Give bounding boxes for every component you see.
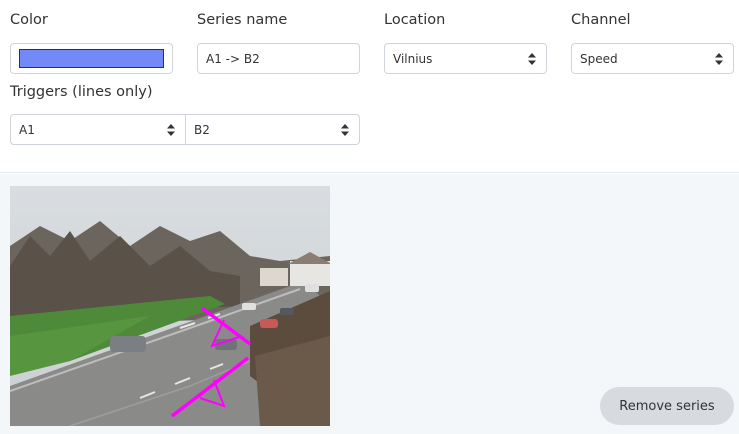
remove-series-button[interactable]: Remove series: [600, 387, 734, 425]
channel-value: Speed: [580, 51, 618, 66]
camera-snapshot: [10, 186, 330, 426]
trigger-from-select[interactable]: A1: [10, 114, 186, 145]
color-picker[interactable]: [10, 43, 173, 74]
trigger-from-value: A1: [19, 122, 35, 137]
color-swatch: [19, 49, 164, 68]
series-name-value: A1 -> B2: [206, 51, 260, 66]
series-form: Color Series name Location Channel A1 ->…: [0, 0, 739, 173]
location-select[interactable]: Vilnius: [384, 43, 547, 74]
trigger-to-value: B2: [194, 122, 210, 137]
triggers-label: Triggers (lines only): [10, 84, 153, 100]
trigger-to-select[interactable]: B2: [185, 114, 360, 145]
color-label: Color: [10, 12, 48, 28]
preview-area: Remove series: [0, 174, 739, 434]
select-arrows-icon: [528, 52, 536, 65]
street-camera-image: [10, 186, 330, 426]
channel-select[interactable]: Speed: [571, 43, 734, 74]
series-name-input[interactable]: A1 -> B2: [197, 43, 360, 74]
select-arrows-icon: [715, 52, 723, 65]
location-value: Vilnius: [393, 51, 433, 66]
location-label: Location: [384, 12, 446, 28]
series-name-label: Series name: [197, 12, 288, 28]
select-arrows-icon: [341, 123, 349, 136]
select-arrows-icon: [167, 123, 175, 136]
channel-label: Channel: [571, 12, 631, 28]
